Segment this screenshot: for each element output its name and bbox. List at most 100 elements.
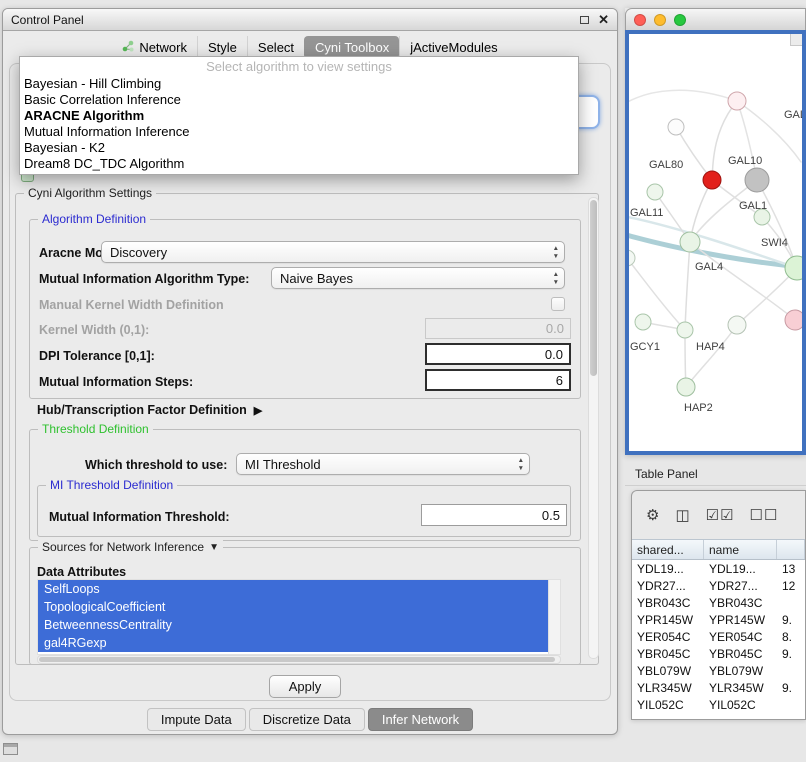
network-graph[interactable]: GALGAL80GAL10GAL11GAL1SWI4GAL4GCY1HAP4HA… [629, 34, 802, 451]
tab-label: Network [139, 40, 187, 55]
data-attribute-item[interactable]: TopologicalCoefficient [38, 598, 548, 616]
network-node-label: GCY1 [630, 341, 660, 353]
control-panel-titlebar[interactable]: Control Panel ✕ [3, 9, 617, 31]
table-row[interactable]: YBR045CYBR045C9. [632, 645, 805, 662]
table-row[interactable]: YER054CYER054C8. [632, 628, 805, 645]
float-window-icon[interactable] [580, 16, 589, 24]
network-node[interactable] [703, 171, 721, 189]
combo-arrows-icon: ▲▼ [553, 271, 559, 287]
network-node[interactable] [728, 92, 746, 110]
column-selector-icon[interactable]: ◫ [675, 508, 690, 523]
network-node-label: GAL4 [695, 261, 723, 273]
attributes-vertical-scrollbar[interactable] [548, 580, 560, 654]
table-column-header-0[interactable]: shared... [632, 540, 704, 559]
data-attribute-item[interactable]: SelfLoops [38, 580, 548, 598]
network-node[interactable] [668, 119, 684, 135]
mi-threshold-definition-title: MI Threshold Definition [46, 478, 177, 492]
table-cell: YLR345W [632, 679, 704, 696]
table-cell: 8. [777, 628, 805, 645]
attributes-horizontal-scrollbar[interactable] [37, 655, 561, 664]
aracne-mode-value: Discovery [110, 245, 167, 260]
dpi-tolerance-field[interactable]: 0.0 [425, 343, 571, 365]
network-node[interactable] [785, 310, 802, 330]
algorithm-option[interactable]: ARACNE Algorithm [20, 108, 578, 124]
dpi-tolerance-label: DPI Tolerance [0,1]: [39, 349, 155, 363]
table-cell: 9. [777, 645, 805, 662]
network-edge[interactable] [690, 242, 795, 320]
data-attribute-item[interactable]: BetweennessCentrality [38, 616, 548, 634]
which-threshold-select[interactable]: MI Threshold ▲▼ [236, 453, 530, 475]
table-row[interactable]: YBR043CYBR043C [632, 594, 805, 611]
table-panel-titlebar: Table Panel [625, 462, 806, 486]
tab-label: Style [208, 40, 237, 55]
network-edge[interactable] [629, 90, 737, 104]
algorithm-option[interactable]: Mutual Information Inference [20, 124, 578, 140]
network-node-label: SWI4 [761, 237, 788, 249]
network-canvas[interactable]: GALGAL80GAL10GAL11GAL1SWI4GAL4GCY1HAP4HA… [625, 30, 806, 455]
table-row[interactable]: YIL052CYIL052C [632, 696, 805, 713]
bottom-tab-discretize-data[interactable]: Discretize Data [249, 708, 365, 731]
network-edge[interactable] [685, 242, 690, 330]
settings-scrollbar[interactable] [588, 197, 599, 659]
network-node[interactable] [647, 184, 663, 200]
network-edge[interactable] [686, 325, 737, 387]
table-column-header-2[interactable] [777, 540, 805, 559]
algorithm-option[interactable]: Bayesian - Hill Climbing [20, 76, 578, 92]
network-edge[interactable] [676, 127, 712, 180]
network-node[interactable] [745, 168, 769, 192]
network-node[interactable] [785, 256, 802, 280]
combo-arrows-icon: ▲▼ [518, 457, 524, 473]
network-node-label: GAL [784, 109, 802, 121]
table-row[interactable]: YBL079WYBL079W [632, 662, 805, 679]
network-node[interactable] [629, 250, 635, 266]
aracne-mode-select[interactable]: Discovery ▲▼ [101, 241, 565, 263]
mi-algorithm-type-select[interactable]: Naive Bayes ▲▼ [271, 267, 565, 289]
canvas-scroll-corner [790, 34, 802, 46]
minimized-panel-icon[interactable] [3, 743, 18, 755]
scrollbar-thumb[interactable] [590, 200, 597, 376]
deselect-all-icon[interactable]: ☐☐ [750, 508, 779, 523]
network-node[interactable] [677, 378, 695, 396]
table-row[interactable]: YLR345WYLR345W9. [632, 679, 805, 696]
mac-minimize-button[interactable] [654, 14, 666, 26]
algorithm-option[interactable]: Basic Correlation Inference [20, 92, 578, 108]
algorithm-option[interactable]: Dream8 DC_TDC Algorithm [20, 156, 578, 172]
bottom-tab-infer-network[interactable]: Infer Network [368, 708, 473, 731]
network-node[interactable] [635, 314, 651, 330]
network-window-titlebar[interactable] [625, 8, 806, 30]
network-node[interactable] [728, 316, 746, 334]
settings-gear-icon[interactable]: ⚙ [646, 508, 660, 523]
table-cell: YLR345W [704, 679, 777, 696]
mi-steps-field[interactable]: 6 [425, 369, 571, 391]
manual-kernel-width-checkbox[interactable] [551, 297, 565, 311]
table-cell: YDL19... [632, 560, 704, 577]
table-cell: YBR043C [632, 594, 704, 611]
algorithm-option[interactable]: Bayesian - K2 [20, 140, 578, 156]
table-row[interactable]: YPR145WYPR145W9. [632, 611, 805, 628]
select-all-icon[interactable]: ☑☑ [706, 508, 735, 523]
table-cell: 9. [777, 611, 805, 628]
network-node[interactable] [677, 322, 693, 338]
kernel-width-label: Kernel Width (0,1): [39, 323, 149, 337]
table-cell: YDL19... [704, 560, 777, 577]
network-tab-icon [122, 40, 134, 55]
table-toolbar: ⚙ ◫ ☑☑ ☐☐ [632, 491, 805, 539]
mac-zoom-button[interactable] [674, 14, 686, 26]
mac-close-button[interactable] [634, 14, 646, 26]
table-column-header-1[interactable]: name [704, 540, 777, 559]
sources-group-title[interactable]: Sources for Network Inference ▼ [38, 540, 223, 554]
network-node[interactable] [680, 232, 700, 252]
bottom-tab-impute-data[interactable]: Impute Data [147, 708, 246, 731]
data-attribute-item[interactable]: gal4RGexp [38, 634, 548, 652]
network-view-window: GALGAL80GAL10GAL11GAL1SWI4GAL4GCY1HAP4HA… [625, 8, 806, 455]
apply-button[interactable]: Apply [269, 675, 341, 698]
hub-factor-section-toggle[interactable]: Hub/Transcription Factor Definition ▶ [37, 403, 262, 417]
table-cell: YBR045C [632, 645, 704, 662]
mi-threshold-field[interactable]: 0.5 [421, 504, 567, 526]
close-window-icon[interactable]: ✕ [598, 13, 609, 26]
table-row[interactable]: YDL19...YDL19...13 [632, 560, 805, 577]
network-edge[interactable] [712, 101, 737, 180]
table-row[interactable]: YDR27...YDR27...12 [632, 577, 805, 594]
data-attributes-list[interactable]: SelfLoopsTopologicalCoefficientBetweenne… [37, 579, 561, 655]
table-cell: YER054C [704, 628, 777, 645]
